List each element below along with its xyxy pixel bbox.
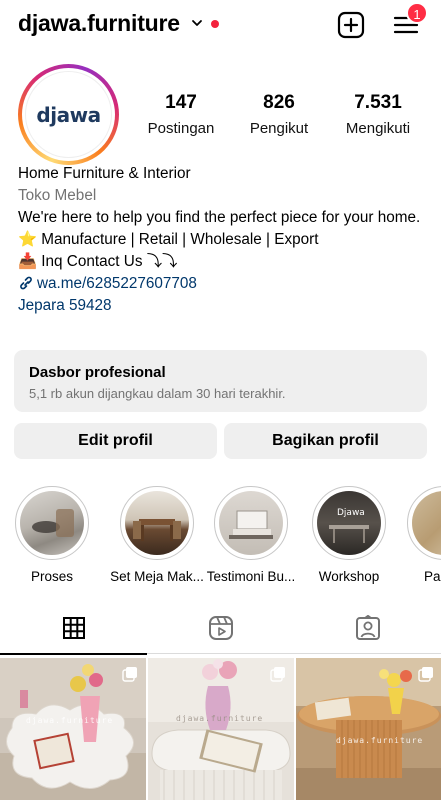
following-stat[interactable]: 7.531 Mengikuti <box>339 92 417 137</box>
account-username[interactable]: djawa.furniture <box>18 10 180 37</box>
multiple-posts-icon <box>270 667 285 682</box>
professional-dashboard[interactable]: Dasbor profesional 5,1 rb akun dijangkau… <box>14 350 427 412</box>
bio-link-text: wa.me/6285227607708 <box>37 275 197 292</box>
highlight-label: Proses <box>30 569 74 584</box>
post-thumbnail[interactable]: djawa.furniture <box>296 658 441 800</box>
followers-stat[interactable]: 826 Pengikut <box>244 92 314 137</box>
reels-icon <box>208 616 233 640</box>
notification-badge: 1 <box>406 2 428 24</box>
highlight-item[interactable]: Set Meja Mak... <box>110 486 204 584</box>
highlight-item[interactable]: Djawa Workshop <box>309 486 389 584</box>
grid-icon <box>62 617 85 639</box>
highlight-label: Workshop <box>318 569 380 584</box>
followers-label: Pengikut <box>249 120 309 137</box>
top-bar: djawa.furniture 1 <box>0 0 441 50</box>
following-label: Mengikuti <box>345 120 411 137</box>
tab-reels[interactable] <box>147 602 294 654</box>
profile-name: Home Furniture & Interior <box>18 165 191 182</box>
bio-line-3: 📥 Inq Contact Us ⤵⤵ <box>18 253 178 270</box>
tagged-icon <box>355 615 380 640</box>
posts-count: 147 <box>165 92 197 113</box>
new-post-icon[interactable] <box>336 10 366 40</box>
link-icon <box>20 276 32 290</box>
multiple-posts-icon <box>122 667 137 682</box>
edit-profile-button[interactable]: Edit profil <box>14 423 217 459</box>
profile-avatar[interactable]: djawa <box>18 64 119 165</box>
highlight-cover <box>412 491 441 555</box>
post-grid: djawa.furniture djawa.furniture djawa.fu… <box>0 658 441 800</box>
posts-stat[interactable]: 147 Postingan <box>143 92 219 137</box>
profile-category: Toko Mebel <box>18 187 97 204</box>
chevron-down-icon[interactable] <box>190 16 204 30</box>
highlight-overlay-text: Djawa <box>337 508 365 518</box>
share-profile-button[interactable]: Bagikan profil <box>224 423 427 459</box>
posts-label: Postingan <box>147 120 215 137</box>
highlight-item[interactable]: Testimoni Bu... <box>204 486 298 584</box>
bio-line-2: ⭐ Manufacture | Retail | Wholesale | Exp… <box>18 231 319 248</box>
bio-location[interactable]: Jepara 59428 <box>18 295 428 317</box>
dashboard-title: Dasbor profesional <box>29 364 166 381</box>
post-watermark: djawa.furniture <box>176 714 264 723</box>
profile-bio: Home Furniture & Interior Toko Mebel We'… <box>18 163 428 317</box>
post-thumbnail[interactable]: djawa.furniture <box>148 658 294 800</box>
bio-link[interactable]: wa.me/6285227607708 <box>18 273 428 295</box>
post-watermark: djawa.furniture <box>336 736 424 745</box>
post-thumbnail[interactable]: djawa.furniture <box>0 658 146 800</box>
post-watermark: djawa.furniture <box>26 716 114 725</box>
highlight-cover <box>125 491 189 555</box>
highlight-label: Set Meja Mak... <box>110 569 204 584</box>
multiple-posts-icon <box>418 667 433 682</box>
highlight-cover <box>219 491 283 555</box>
followers-count: 826 <box>263 92 295 113</box>
profile-tabs <box>0 602 441 655</box>
highlight-cover <box>20 491 84 555</box>
logo-text: djawa <box>36 102 101 127</box>
highlight-cover: Djawa <box>317 491 381 555</box>
highlight-item[interactable]: Proses <box>12 486 92 584</box>
tab-tagged[interactable] <box>294 602 441 654</box>
brand-logo: djawa <box>25 71 112 158</box>
highlight-label: Testimoni Bu... <box>206 569 296 584</box>
following-count: 7.531 <box>354 92 402 113</box>
bio-line-1: We're here to help you find the perfect … <box>18 209 421 226</box>
account-alert-dot <box>211 20 219 28</box>
tab-posts[interactable] <box>0 602 147 655</box>
highlight-label: Pa <box>424 569 441 584</box>
highlight-item[interactable]: Pa <box>407 486 441 584</box>
dashboard-subtitle: 5,1 rb akun dijangkau dalam 30 hari tera… <box>29 386 286 401</box>
